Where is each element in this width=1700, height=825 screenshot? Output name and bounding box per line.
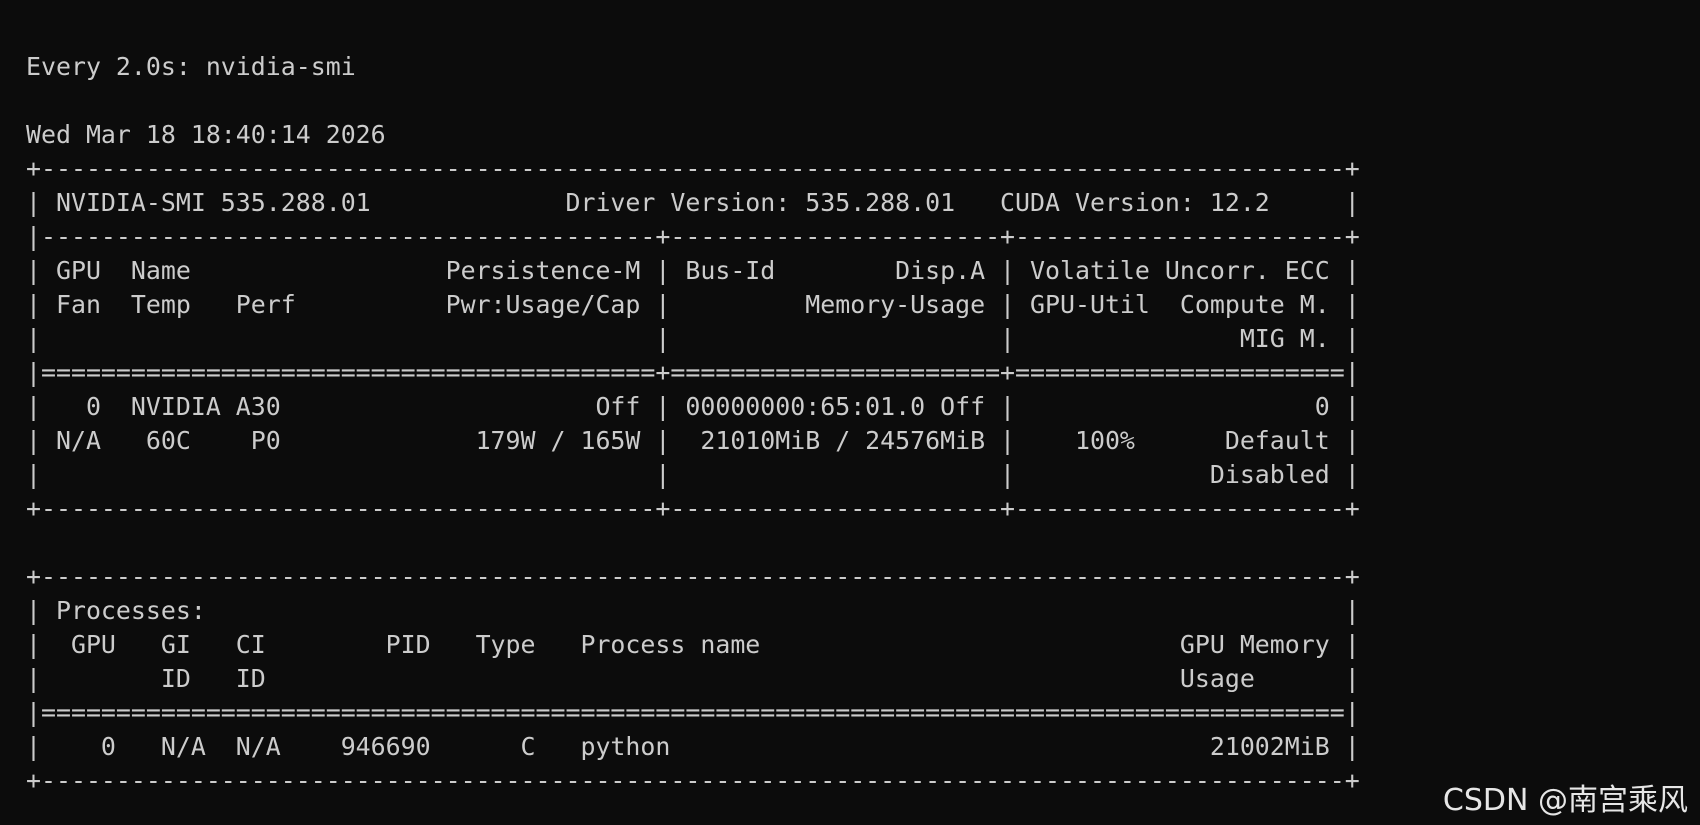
gpu-header-row-1: | GPU Name Persistence-M | Bus-Id Disp.A… xyxy=(26,256,1360,285)
version-row: | NVIDIA-SMI 535.288.01 Driver Version: … xyxy=(26,188,1360,217)
terminal-output: Every 2.0s: nvidia-smi Wed Mar 18 18:40:… xyxy=(26,50,1646,798)
processes-header-row-2: | ID ID Usage | xyxy=(26,664,1360,693)
table-separator-double: |=======================================… xyxy=(26,358,1360,387)
gpu-header-row-3: | | | MIG M. | xyxy=(26,324,1360,353)
processes-title-row: | Processes: | xyxy=(26,596,1360,625)
watch-header: Every 2.0s: nvidia-smi xyxy=(26,52,356,81)
table-separator-double: |=======================================… xyxy=(26,698,1360,727)
gpu-row-1: | 0 NVIDIA A30 Off | 00000000:65:01.0 Of… xyxy=(26,392,1360,421)
timestamp: Wed Mar 18 18:40:14 2026 xyxy=(26,120,386,149)
table-border-bottom: +---------------------------------------… xyxy=(26,494,1360,523)
gpu-row-3: | | | Disabled | xyxy=(26,460,1360,489)
table-border-top: +---------------------------------------… xyxy=(26,154,1360,183)
gpu-header-row-2: | Fan Temp Perf Pwr:Usage/Cap | Memory-U… xyxy=(26,290,1360,319)
gpu-summary-table: +---------------------------------------… xyxy=(26,152,1646,526)
processes-header-row-1: | GPU GI CI PID Type Process name GPU Me… xyxy=(26,630,1360,659)
process-row: | 0 N/A N/A 946690 C python 21002MiB | xyxy=(26,732,1360,761)
table-border-top: +---------------------------------------… xyxy=(26,562,1360,591)
watermark: CSDN @南宫乘风 xyxy=(1442,783,1688,818)
processes-table: +---------------------------------------… xyxy=(26,560,1646,798)
table-border-bottom: +---------------------------------------… xyxy=(26,766,1360,795)
gpu-row-2: | N/A 60C P0 179W / 165W | 21010MiB / 24… xyxy=(26,426,1360,455)
table-separator: |---------------------------------------… xyxy=(26,222,1360,251)
